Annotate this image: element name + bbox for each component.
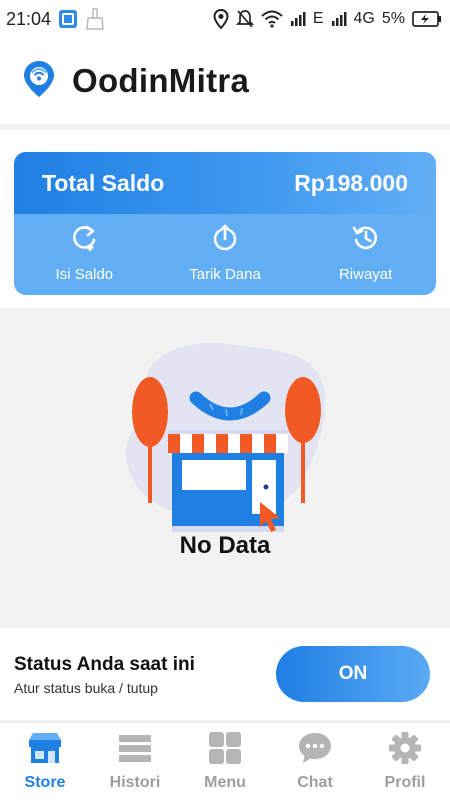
status-bar: 21:04 E 4G 5% [0, 0, 450, 38]
list-icon [117, 731, 153, 770]
store-list-empty: No Data [0, 310, 450, 622]
signal-icon [290, 11, 306, 27]
balance-label: Total Saldo [42, 169, 165, 196]
status-bar-right: E 4G 5% [213, 9, 442, 29]
battery-charging-icon [412, 11, 442, 27]
cleaner-icon [85, 8, 105, 30]
store-status-section: Status Anda saat ini Atur status buka / … [0, 628, 450, 720]
refresh-plus-icon [69, 223, 99, 258]
status-title: Status Anda saat ini [14, 654, 195, 675]
nav-histori[interactable]: Histori [95, 731, 175, 792]
signal-icon-2 [331, 11, 347, 27]
balance-header: Total Saldo Rp198.000 [14, 152, 436, 214]
nav-profil[interactable]: Profil [365, 731, 445, 792]
battery-percent: 5% [381, 10, 405, 27]
wifi-icon [261, 10, 283, 28]
status-subtitle: Atur status buka / tutup [14, 680, 158, 696]
empty-store-illustration [118, 330, 330, 540]
balance-amount: Rp198.000 [294, 169, 408, 196]
balance-card: Total Saldo Rp198.000 Isi Saldo Tarik Da… [14, 152, 436, 295]
nav-profil-label: Profil [384, 774, 426, 791]
nav-store-label: Store [24, 774, 66, 791]
top-up-label: Isi Saldo [55, 265, 114, 283]
top-up-button[interactable]: Isi Saldo [24, 223, 144, 283]
screenshot-icon [58, 9, 78, 29]
nav-menu-label: Menu [204, 774, 246, 791]
gear-icon [387, 731, 423, 770]
app-header: OodinMitra [0, 38, 450, 124]
history-label: Riwayat [338, 265, 393, 283]
clock: 21:04 [6, 8, 52, 29]
bottom-nav: Store Histori Menu Chat Profil [0, 722, 450, 800]
grid-icon [207, 731, 243, 770]
history-icon [351, 223, 381, 258]
withdraw-icon [210, 223, 240, 258]
location-icon [213, 9, 229, 29]
app-title: OodinMitra [72, 62, 250, 99]
location-pin-wifi-icon [22, 59, 56, 104]
network-type-e: E [312, 10, 324, 27]
withdraw-button[interactable]: Tarik Dana [165, 223, 285, 283]
nav-store[interactable]: Store [5, 731, 85, 792]
mute-bell-icon [235, 9, 254, 29]
status-bar-left: 21:04 [6, 8, 105, 30]
nav-histori-label: Histori [109, 774, 161, 791]
chat-bubble-icon [297, 731, 333, 770]
balance-actions: Isi Saldo Tarik Dana Riwayat [14, 214, 436, 295]
nav-menu[interactable]: Menu [185, 731, 265, 792]
store-icon [27, 731, 63, 770]
no-data-text: No Data [179, 532, 271, 559]
history-button[interactable]: Riwayat [306, 223, 426, 283]
withdraw-label: Tarik Dana [189, 265, 261, 283]
network-type-4g: 4G [353, 10, 375, 27]
store-status-toggle[interactable]: ON [276, 646, 430, 702]
nav-chat[interactable]: Chat [275, 731, 355, 792]
nav-chat-label: Chat [297, 774, 333, 791]
